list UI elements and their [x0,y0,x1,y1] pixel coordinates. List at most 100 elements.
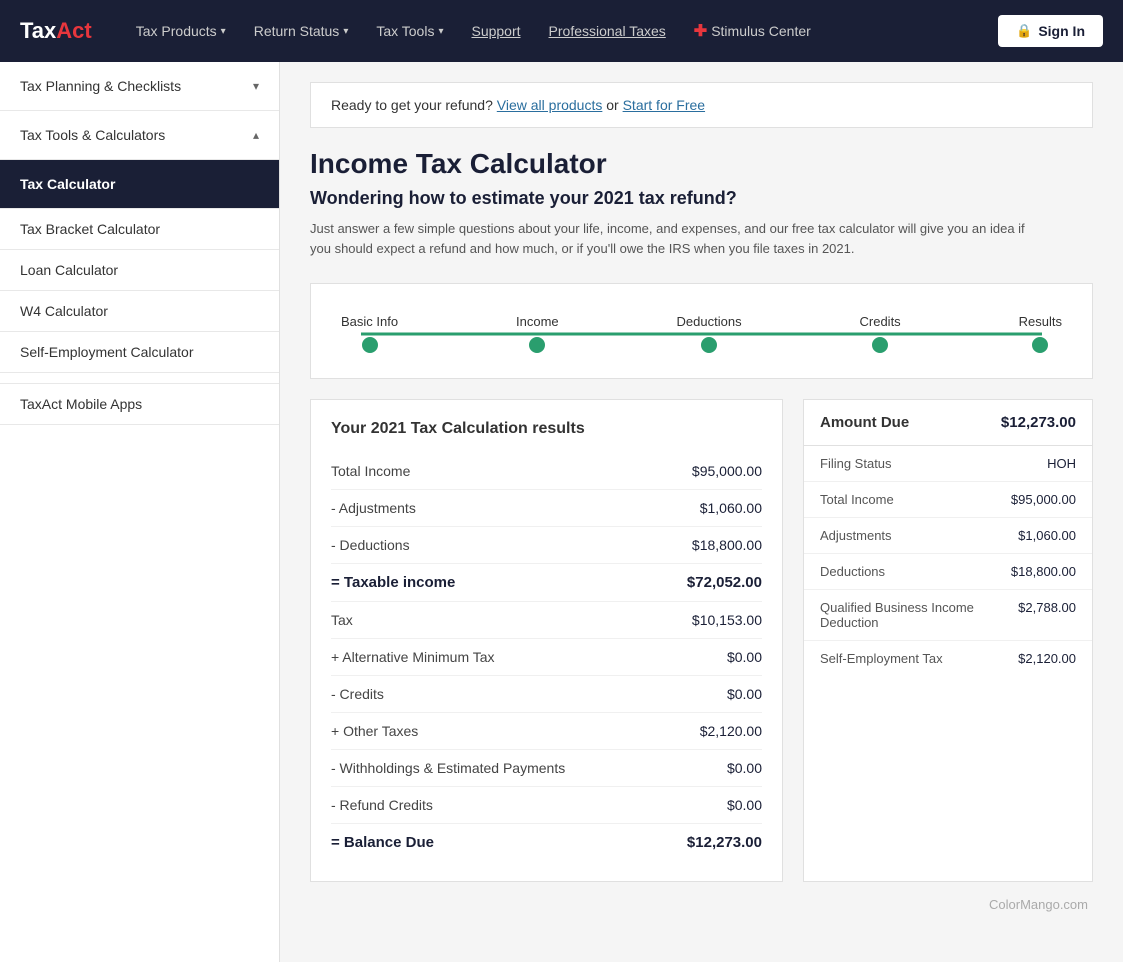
progress-step-results[interactable]: Results [1019,314,1062,353]
step-label-basic-info: Basic Info [341,314,398,329]
row-label-adjustments: - Adjustments [331,500,700,516]
sidebar-item-loan[interactable]: Loan Calculator [0,250,279,291]
summary-self-employment-label: Self-Employment Tax [820,651,1008,666]
table-row: - Credits $0.00 [331,676,762,713]
sign-in-button[interactable]: 🔒 Sign In [998,15,1103,47]
chevron-down-icon: ▾ [253,79,259,93]
sidebar: Tax Planning & Checklists ▾ Tax Tools & … [0,62,280,962]
row-label-deductions: - Deductions [331,537,692,553]
list-item: Total Income $95,000.00 [804,482,1092,518]
refund-bar: Ready to get your refund? View all produ… [310,82,1093,128]
row-label-balance-due: = Balance Due [331,834,687,851]
summary-filing-status-value: HOH [1047,456,1076,471]
navbar: TaxAct Tax Products ▾ Return Status ▾ Ta… [0,0,1123,62]
table-row: - Adjustments $1,060.00 [331,490,762,527]
summary-adjustments-label: Adjustments [820,528,1008,543]
sidebar-item-mobile-apps[interactable]: TaxAct Mobile Apps [0,383,279,425]
summary-total-income-label: Total Income [820,492,1001,507]
list-item: Qualified Business Income Deduction $2,7… [804,590,1092,641]
table-row: - Deductions $18,800.00 [331,527,762,564]
page-description: Just answer a few simple questions about… [310,219,1030,258]
list-item: Deductions $18,800.00 [804,554,1092,590]
summary-panel: Amount Due $12,273.00 Filing Status HOH … [803,399,1093,882]
table-row: + Alternative Minimum Tax $0.00 [331,639,762,676]
nav-support[interactable]: Support [457,0,534,62]
step-dot-credits [872,337,888,353]
summary-filing-status-label: Filing Status [820,456,1037,471]
step-label-deductions: Deductions [677,314,742,329]
table-row: + Other Taxes $2,120.00 [331,713,762,750]
sidebar-section-tax-tools[interactable]: Tax Tools & Calculators ▴ [0,111,279,160]
brand-logo[interactable]: TaxAct [20,18,92,44]
row-value-total-income: $95,000.00 [692,463,762,479]
progress-step-basic-info[interactable]: Basic Info [341,314,398,353]
nav-links: Tax Products ▾ Return Status ▾ Tax Tools… [122,0,998,62]
step-dot-income [529,337,545,353]
brand-tax: Tax [20,18,56,44]
summary-amount-due-label: Amount Due [820,414,909,431]
row-value-tax: $10,153.00 [692,612,762,628]
table-row: Tax $10,153.00 [331,602,762,639]
summary-header: Amount Due $12,273.00 [804,400,1092,446]
step-label-credits: Credits [860,314,901,329]
sidebar-section-tax-planning[interactable]: Tax Planning & Checklists ▾ [0,62,279,111]
summary-qbi-value: $2,788.00 [1018,600,1076,615]
row-label-withholdings: - Withholdings & Estimated Payments [331,760,727,776]
nav-tax-products[interactable]: Tax Products ▾ [122,0,240,62]
progress-track: Basic Info Income Deductions [341,314,1062,353]
summary-total-income-value: $95,000.00 [1011,492,1076,507]
sidebar-item-w4[interactable]: W4 Calculator [0,291,279,332]
view-all-products-link[interactable]: View all products [497,97,603,113]
row-label-amt: + Alternative Minimum Tax [331,649,727,665]
page-title: Income Tax Calculator [310,148,1093,180]
table-row: - Refund Credits $0.00 [331,787,762,824]
sidebar-item-self-employment[interactable]: Self-Employment Calculator [0,332,279,373]
chevron-up-icon: ▴ [253,128,259,142]
cross-icon: ✚ [694,21,707,41]
page-layout: Tax Planning & Checklists ▾ Tax Tools & … [0,62,1123,962]
nav-stimulus[interactable]: ✚ Stimulus Center [680,0,825,62]
summary-deductions-label: Deductions [820,564,1001,579]
progress-step-credits[interactable]: Credits [860,314,901,353]
row-value-other-taxes: $2,120.00 [700,723,762,739]
list-item: Filing Status HOH [804,446,1092,482]
row-value-credits: $0.00 [727,686,762,702]
row-label-taxable-income: = Taxable income [331,574,687,591]
page-subtitle: Wondering how to estimate your 2021 tax … [310,188,1093,209]
progress-step-deductions[interactable]: Deductions [677,314,742,353]
row-label-total-income: Total Income [331,463,692,479]
step-label-results: Results [1019,314,1062,329]
row-value-amt: $0.00 [727,649,762,665]
step-dot-basic-info [362,337,378,353]
brand-act: Act [56,18,91,44]
lock-icon: 🔒 [1016,23,1032,39]
row-label-other-taxes: + Other Taxes [331,723,700,739]
row-value-deductions: $18,800.00 [692,537,762,553]
list-item: Self-Employment Tax $2,120.00 [804,641,1092,676]
main-content: Ready to get your refund? View all produ… [280,62,1123,962]
row-label-refund-credits: - Refund Credits [331,797,727,813]
row-label-tax: Tax [331,612,692,628]
table-row: = Taxable income $72,052.00 [331,564,762,602]
nav-tax-tools[interactable]: Tax Tools ▾ [362,0,457,62]
summary-self-employment-value: $2,120.00 [1018,651,1076,666]
table-row: Total Income $95,000.00 [331,453,762,490]
summary-deductions-value: $18,800.00 [1011,564,1076,579]
list-item: Adjustments $1,060.00 [804,518,1092,554]
start-for-free-link[interactable]: Start for Free [623,97,705,113]
row-value-withholdings: $0.00 [727,760,762,776]
nav-professional-taxes[interactable]: Professional Taxes [535,0,680,62]
summary-qbi-label: Qualified Business Income Deduction [820,600,1008,630]
chevron-down-icon: ▾ [221,26,226,37]
row-value-refund-credits: $0.00 [727,797,762,813]
row-value-taxable-income: $72,052.00 [687,574,762,591]
calc-results-panel: Your 2021 Tax Calculation results Total … [310,399,783,882]
sidebar-item-tax-bracket[interactable]: Tax Bracket Calculator [0,209,279,250]
summary-adjustments-value: $1,060.00 [1018,528,1076,543]
progress-step-income[interactable]: Income [516,314,559,353]
nav-return-status[interactable]: Return Status ▾ [240,0,363,62]
sidebar-item-tax-calculator[interactable]: Tax Calculator [0,160,279,209]
chevron-down-icon: ▾ [438,26,443,37]
calc-results-title: Your 2021 Tax Calculation results [331,420,762,438]
step-dot-deductions [701,337,717,353]
